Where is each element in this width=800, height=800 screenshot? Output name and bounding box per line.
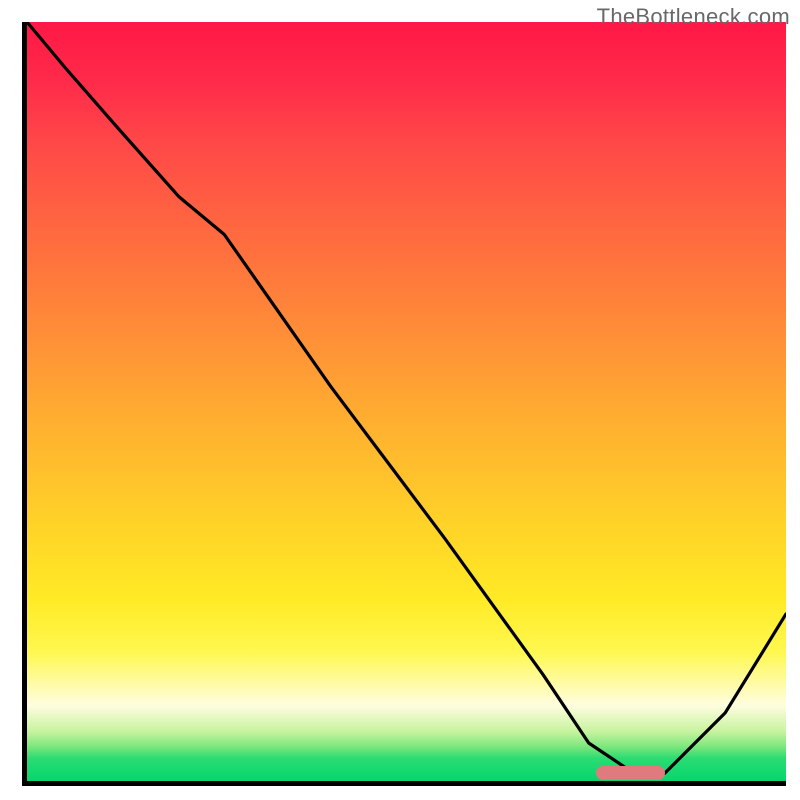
plot-area (22, 22, 786, 786)
chart-container: TheBottleneck.com (0, 0, 800, 800)
watermark-text: TheBottleneck.com (597, 4, 790, 30)
bottleneck-curve (27, 22, 786, 781)
optimum-marker (596, 766, 664, 780)
